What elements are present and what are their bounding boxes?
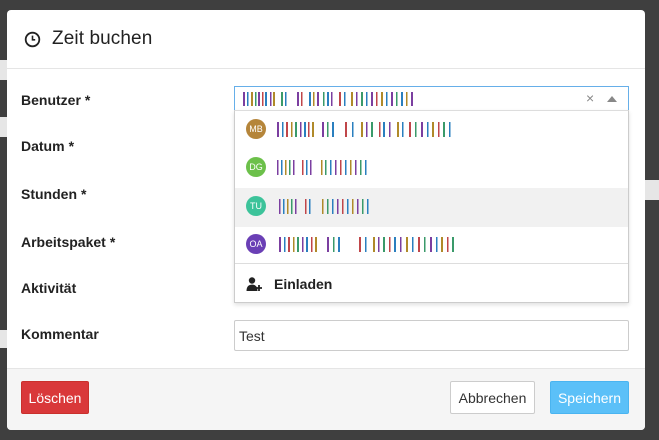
avatar: TU [246,196,266,216]
modal-header: Zeit buchen [7,10,645,69]
hours-label: Stunden * [21,186,87,202]
user-option-name [277,199,371,214]
comment-label: Kommentar [21,326,99,342]
activity-label: Aktivität [21,280,77,296]
comment-input[interactable] [234,320,629,351]
work-package-label: Arbeitspaket * [21,234,116,250]
user-option[interactable]: DG [235,149,628,188]
modal-footer: Löschen Abbrechen Speichern [7,368,645,430]
time-entry-modal: Zeit buchen Benutzer * Datum * Stunden * Ar… [7,10,645,430]
user-option[interactable]: MB [235,111,628,150]
user-option-name [277,237,457,252]
background-fragment [0,117,7,137]
avatar: MB [246,119,266,139]
cancel-button[interactable]: Abbrechen [450,381,535,414]
background-fragment [0,330,7,348]
avatar: DG [246,157,266,177]
clock-icon [24,31,41,48]
user-select[interactable]: × [234,86,629,110]
user-label: Benutzer * [21,92,91,108]
user-dropdown: MB DG TU OA Einladen [234,110,629,303]
user-option[interactable]: OA [235,226,628,265]
date-label: Datum * [21,138,75,154]
delete-button[interactable]: Löschen [21,381,89,414]
add-user-icon [246,276,262,292]
save-button[interactable]: Speichern [550,381,629,414]
background-fragment [0,60,7,80]
invite-user-option[interactable]: Einladen [235,263,628,303]
user-option-name [277,122,453,137]
chevron-up-icon[interactable] [607,96,617,102]
user-option[interactable]: TU [235,188,628,227]
selected-user-name [243,92,415,106]
invite-label: Einladen [274,276,333,292]
avatar: OA [246,234,266,254]
modal-title: Zeit buchen [52,28,153,49]
clear-selection-icon[interactable]: × [586,90,594,106]
user-option-name [277,160,369,175]
background-fragment [645,180,659,200]
